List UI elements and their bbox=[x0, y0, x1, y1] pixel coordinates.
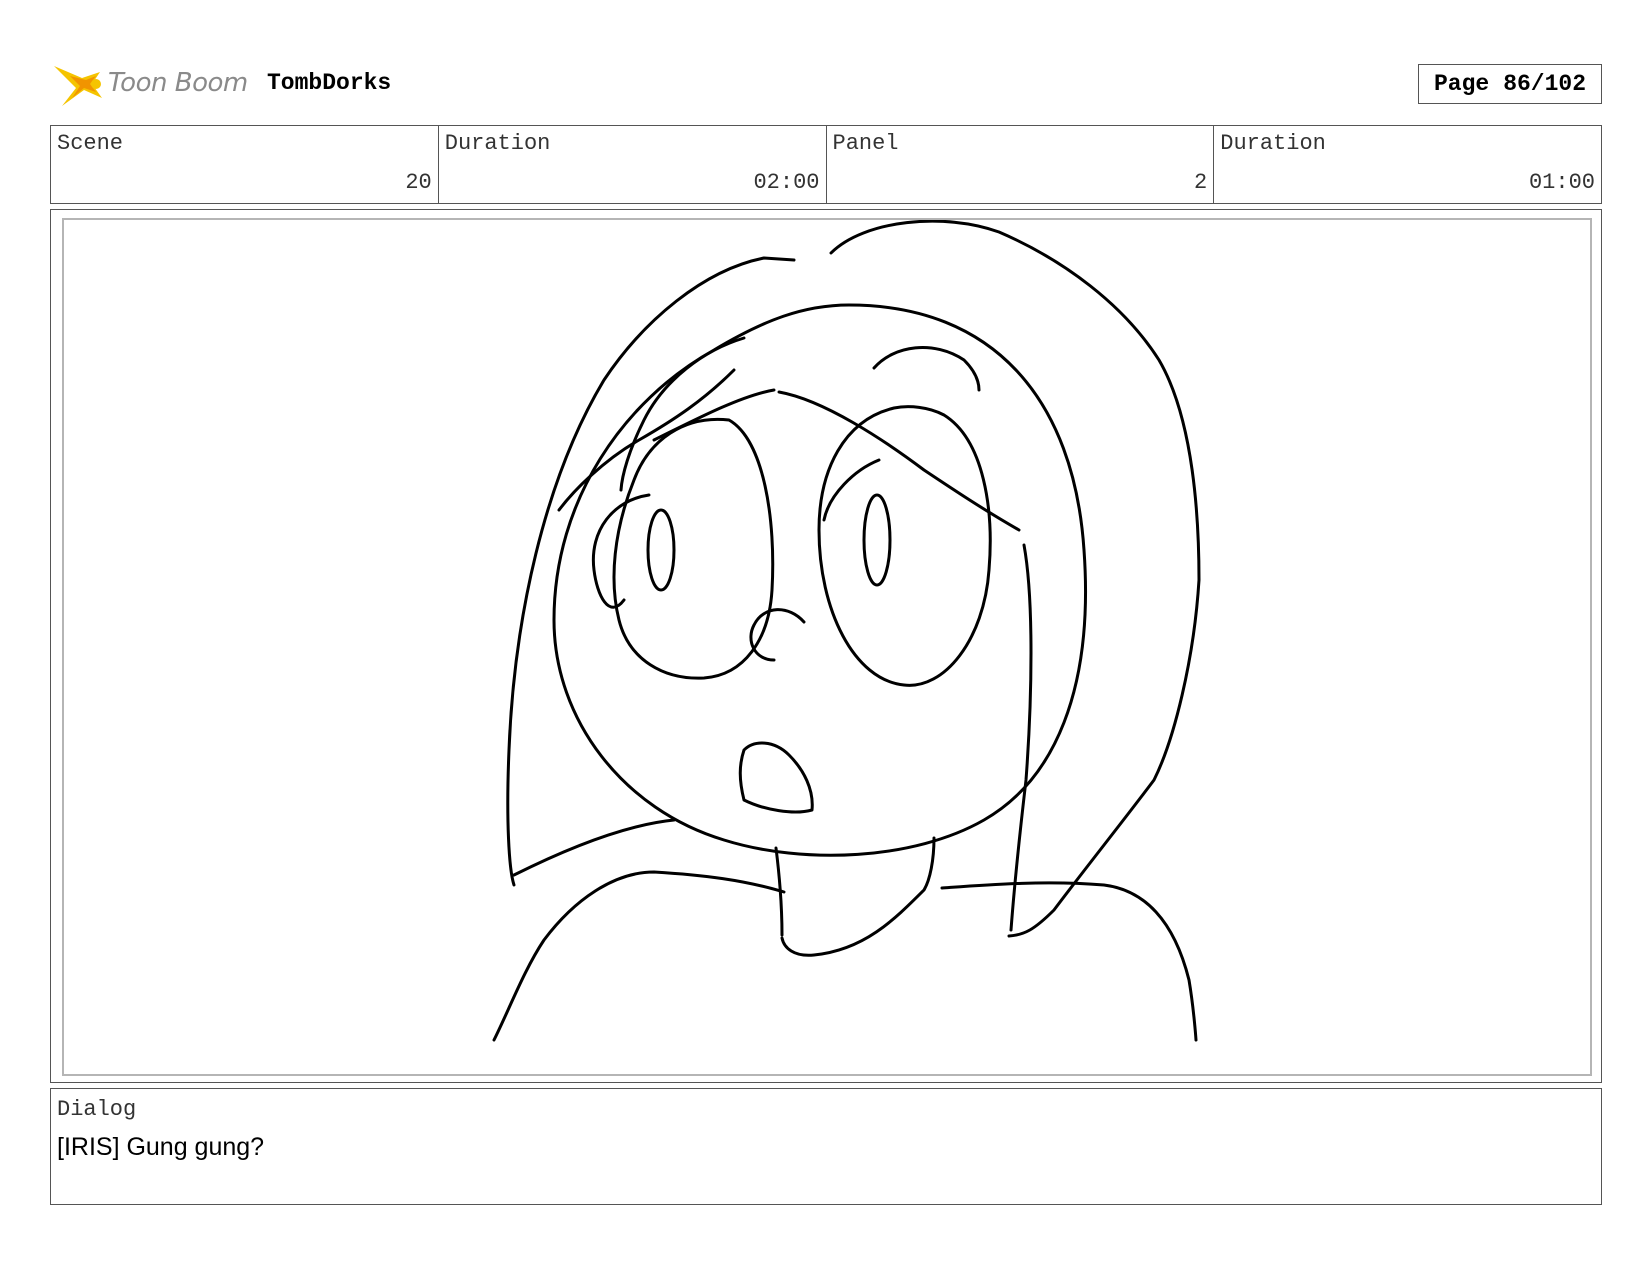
mouth bbox=[738, 741, 814, 814]
right-brow bbox=[872, 346, 981, 392]
panel-duration-label: Duration bbox=[1220, 131, 1326, 156]
right-eye-outer bbox=[817, 405, 992, 687]
project-title: TombDorks bbox=[267, 70, 392, 96]
panel-frame bbox=[62, 218, 1592, 1076]
page-indicator: Page 86/102 bbox=[1418, 64, 1602, 104]
right-eye-inner bbox=[822, 458, 881, 522]
scene-value: 20 bbox=[405, 170, 432, 195]
hair-strand-right bbox=[1009, 543, 1033, 932]
hair-outer bbox=[829, 220, 1201, 938]
storyboard-panel bbox=[50, 209, 1602, 1083]
panel-label: Panel bbox=[832, 131, 899, 156]
left-eye-inner bbox=[591, 493, 651, 609]
page-label: Page bbox=[1433, 71, 1490, 97]
scene-label: Scene bbox=[57, 131, 124, 156]
right-pupil bbox=[862, 493, 892, 587]
brow-line bbox=[777, 390, 1021, 532]
dialog-box: Dialog [IRIS] Gung gung? bbox=[50, 1088, 1602, 1205]
panel-value: 2 bbox=[1194, 170, 1208, 195]
scene-duration-label: Duration bbox=[444, 131, 551, 156]
left-pupil bbox=[646, 508, 676, 592]
toon-boom-star-icon bbox=[54, 66, 102, 106]
panel-info-table: Scene 20 Duration 02:00 Panel 2 Duration… bbox=[50, 125, 1602, 204]
scene-cell: Scene 20 bbox=[51, 126, 439, 203]
dialog-text: [IRIS] Gung gung? bbox=[57, 1133, 265, 1161]
panel-duration-value: 01:00 bbox=[1528, 170, 1595, 195]
face-outline bbox=[552, 303, 1088, 857]
page-number: 86/102 bbox=[1503, 71, 1587, 97]
page-header: Toon Boom TombDorks Page 86/102 bbox=[52, 56, 1612, 116]
toon-boom-logo: Toon Boom bbox=[52, 58, 252, 110]
shoulder-left bbox=[492, 870, 786, 1042]
scene-duration-cell: Duration 02:00 bbox=[439, 126, 827, 203]
dialog-label: Dialog bbox=[57, 1097, 137, 1122]
nose bbox=[749, 608, 806, 662]
hair-lower-left bbox=[512, 818, 676, 877]
panel-cell: Panel 2 bbox=[827, 126, 1215, 203]
logo-text: Toon Boom bbox=[108, 68, 248, 98]
sketch-drawing bbox=[492, 220, 1201, 1042]
scene-duration-value: 02:00 bbox=[753, 170, 820, 195]
left-eye-outer bbox=[612, 417, 775, 680]
shoulder-right bbox=[940, 881, 1198, 1042]
panel-duration-cell: Duration 01:00 bbox=[1214, 126, 1601, 203]
